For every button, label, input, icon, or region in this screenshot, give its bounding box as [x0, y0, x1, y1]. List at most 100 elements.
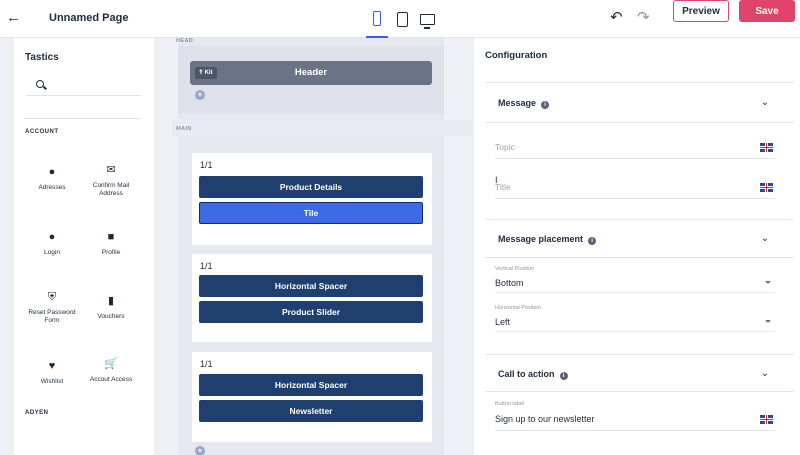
divider: [485, 82, 794, 83]
caret-down-icon: [765, 281, 771, 284]
tastic-account-access[interactable]: 🛒 Accout Access: [82, 358, 140, 384]
shield-icon: ⛨: [47, 291, 57, 303]
tastic-label: Wishlist: [40, 378, 64, 385]
uk-flag-icon[interactable]: [760, 415, 773, 424]
chevron-down-icon[interactable]: ⌄: [760, 369, 770, 379]
undo-icon[interactable]: ↶: [610, 9, 623, 27]
tastic-label: Profile: [101, 249, 121, 256]
info-icon[interactable]: i: [541, 101, 550, 109]
search-icon: [36, 80, 44, 88]
tastic-adresses[interactable]: ● Adresses: [23, 166, 81, 192]
tastic-block-horizontal-spacer[interactable]: Horizontal Spacer: [199, 275, 423, 297]
section-label-adyen: ADYEN: [25, 410, 49, 416]
add-icon[interactable]: +: [195, 446, 205, 455]
divider: [485, 391, 794, 392]
chevron-down-icon[interactable]: ⌄: [760, 98, 770, 108]
add-icon[interactable]: +: [195, 90, 205, 100]
divider: [485, 219, 794, 220]
layout-card[interactable]: 1/1 Horizontal Spacer Newsletter: [192, 352, 432, 442]
tastic-wishlist[interactable]: ♥ Wishlist: [23, 360, 81, 386]
monitor-icon: [419, 13, 435, 29]
section-title: Message placement: [498, 234, 584, 244]
tastics-sidebar: Tastics ACCOUNT ● Adresses ✉ Confirm Mai…: [14, 38, 154, 455]
tastic-label: Vouchers: [97, 313, 125, 320]
section-header-message[interactable]: Message i: [498, 98, 550, 109]
tastic-confirm-mail[interactable]: ✉ Confirm Mail Address: [82, 164, 140, 197]
desktop-view-button[interactable]: [416, 0, 438, 38]
select-value: Left: [495, 317, 511, 327]
preview-button[interactable]: Preview: [673, 0, 729, 22]
section-title: Call to action: [498, 369, 555, 379]
vertical-position-select[interactable]: Bottom: [495, 275, 775, 293]
button-label-field[interactable]: Sign up to our newsletter: [495, 409, 775, 431]
tastic-block-horizontal-spacer[interactable]: Horizontal Spacer: [199, 374, 423, 396]
tastic-vouchers[interactable]: ▮ Vouchers: [82, 295, 140, 321]
configuration-panel: Configuration Message i ⌄ Topic Title Mes…: [474, 38, 800, 455]
heart-icon: ♥: [48, 360, 56, 372]
topic-field[interactable]: Topic: [495, 137, 775, 159]
layout-card[interactable]: 1/1 Horizontal Spacer Product Slider: [192, 254, 432, 342]
select-value: Bottom: [495, 278, 524, 288]
tastic-profile[interactable]: ■ Profile: [82, 231, 140, 257]
divider: [24, 118, 142, 119]
map-pin-icon: ●: [48, 166, 56, 178]
layout-card[interactable]: 1/1 Product Details Tile: [192, 153, 432, 245]
button-label-label: Button label: [495, 401, 525, 407]
profile-card-icon: ■: [107, 231, 115, 243]
header-block-label: Header: [294, 67, 328, 78]
user-icon: ●: [48, 231, 56, 243]
button-label-value: Sign up to our newsletter: [495, 414, 595, 424]
tastic-login[interactable]: ● Login: [23, 231, 81, 257]
sidebar-title: Tastics: [25, 52, 59, 63]
header-block[interactable]: ☦ Kit Header: [190, 61, 432, 85]
phone-icon: [373, 10, 381, 26]
info-icon[interactable]: i: [559, 372, 568, 380]
section-label-account: ACCOUNT: [25, 129, 59, 135]
tastic-label: Adresses: [38, 184, 66, 191]
topic-placeholder: Topic: [495, 142, 515, 152]
head-zone-label: HEAD: [176, 38, 194, 44]
bookmark-icon: ▮: [107, 295, 115, 307]
uk-flag-icon[interactable]: [760, 143, 773, 152]
tastic-label: Reset Password Form: [28, 309, 76, 324]
tastic-block-product-details[interactable]: Product Details: [199, 176, 423, 198]
divider: [485, 122, 794, 123]
page-title: Unnamed Page: [49, 12, 129, 24]
column-ratio: 1/1: [200, 261, 213, 271]
info-icon[interactable]: i: [588, 237, 597, 245]
section-header-message-placement[interactable]: Message placement i: [498, 234, 597, 245]
tastic-block-tile-selected[interactable]: Tile: [199, 202, 423, 224]
mail-icon: ✉: [106, 164, 116, 176]
tablet-view-button[interactable]: [391, 0, 413, 38]
column-ratio: 1/1: [200, 160, 213, 170]
tastic-block-product-slider[interactable]: Product Slider: [199, 301, 423, 323]
mobile-view-button[interactable]: [366, 0, 388, 38]
divider: [485, 354, 794, 355]
tablet-icon: [396, 11, 408, 27]
horizontal-position-select[interactable]: Left: [495, 314, 775, 332]
section-header-call-to-action[interactable]: Call to action i: [498, 369, 568, 380]
chevron-down-icon[interactable]: ⌄: [760, 234, 770, 244]
redo-icon[interactable]: ↷: [637, 9, 650, 27]
vertical-position-label: Vertical Position: [495, 266, 535, 272]
tastic-search-input[interactable]: [26, 78, 141, 96]
panel-title: Configuration: [485, 50, 548, 61]
section-title: Message: [498, 98, 537, 108]
tastic-block-newsletter[interactable]: Newsletter: [199, 400, 423, 422]
main-zone-label: MAIN: [176, 126, 192, 132]
caret-down-icon: [765, 320, 771, 323]
save-button[interactable]: Save: [739, 0, 795, 22]
cart-icon: 🛒: [104, 358, 118, 370]
tastic-label: Confirm Mail Address: [92, 182, 130, 197]
column-ratio: 1/1: [200, 359, 213, 369]
horizontal-position-label: Horizontal Position: [495, 305, 541, 311]
divider: [485, 257, 794, 258]
tastic-label: Login: [44, 249, 60, 256]
tastic-label: Accout Access: [89, 376, 133, 383]
uk-flag-icon[interactable]: [760, 183, 773, 192]
top-bar: ← Unnamed Page ↶ ↷ Preview Save: [0, 0, 800, 38]
text-cursor-icon: I: [495, 175, 498, 185]
title-field[interactable]: Title: [495, 177, 775, 199]
back-arrow-icon[interactable]: ←: [6, 9, 22, 27]
tastic-reset-password[interactable]: ⛨ Reset Password Form: [23, 291, 81, 324]
